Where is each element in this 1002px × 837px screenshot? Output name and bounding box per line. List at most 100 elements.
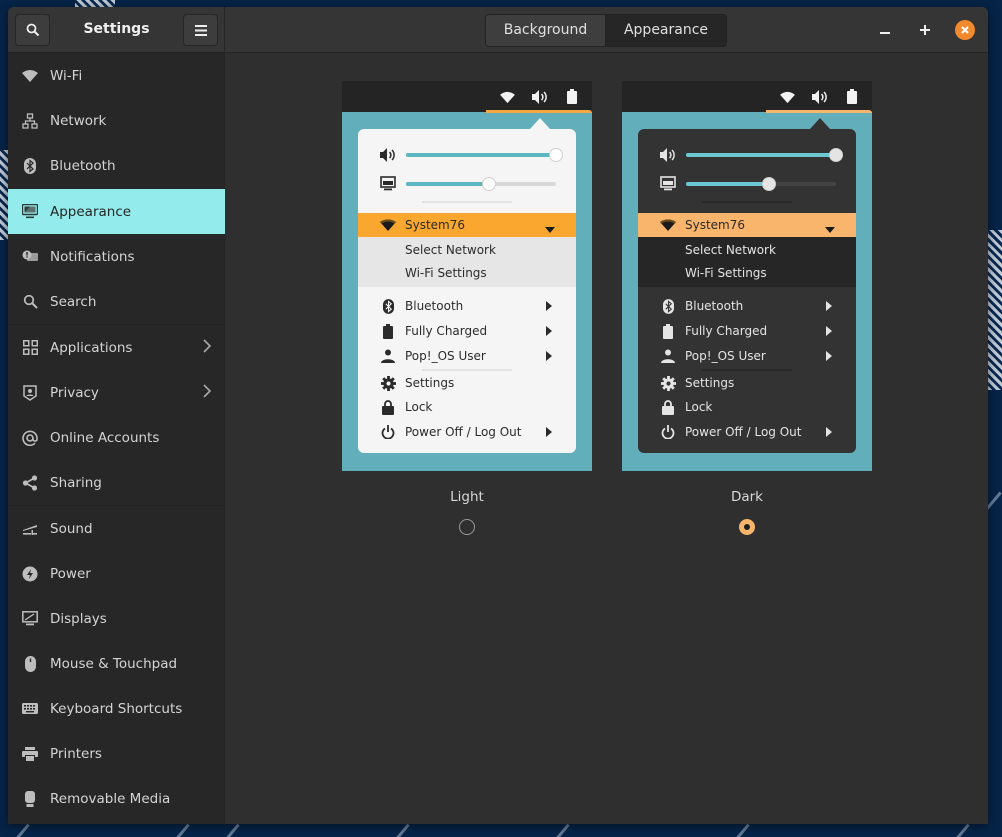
gear-icon <box>380 375 396 391</box>
network-row: System76 <box>358 213 576 237</box>
wifi-icon <box>660 219 676 234</box>
menu-separator <box>702 369 792 371</box>
sidebar-item-sharing[interactable]: Sharing <box>8 460 225 505</box>
hamburger-icon <box>194 24 207 36</box>
menu-separator <box>422 201 512 203</box>
menu-item-battery: Fully Charged <box>358 320 576 342</box>
sidebar-item-label: Applications <box>50 339 133 356</box>
sidebar-item-online-accounts[interactable]: Online Accounts <box>8 415 225 460</box>
theme-preview-dark[interactable]: System76 Select Network Wi-Fi Settings B… <box>622 81 872 471</box>
sidebar-item-label: Sound <box>50 520 93 537</box>
maximize-button[interactable] <box>915 20 935 40</box>
menu-item-battery: Fully Charged <box>638 320 856 342</box>
slider-track <box>686 148 843 162</box>
wallpaper-stripe <box>13 823 30 837</box>
sidebar-item-removable-media[interactable]: Removable Media <box>8 776 225 821</box>
wallpaper-stripe <box>553 823 570 837</box>
menu-pointer <box>810 118 830 129</box>
menu-item-label: Pop!_OS User <box>685 349 766 363</box>
slider-fill <box>406 182 489 186</box>
menu-separator <box>702 201 792 203</box>
network-submenu: Select Network Wi-Fi Settings <box>358 237 576 287</box>
sidebar-item-applications[interactable]: Applications <box>8 325 225 370</box>
volume-icon <box>380 147 396 166</box>
bluetooth-icon <box>380 298 396 314</box>
sidebar-item-power[interactable]: Power <box>8 551 225 596</box>
sidebar-item-label: Wi-Fi <box>50 67 83 84</box>
sidebar-item-bluetooth[interactable]: Bluetooth <box>8 143 225 188</box>
wifi-settings-item: Wi-Fi Settings <box>405 266 487 280</box>
sidebar-item-wifi[interactable]: Wi-Fi <box>8 53 225 98</box>
printer-icon <box>21 745 39 763</box>
online-accounts-icon <box>21 429 39 447</box>
menu-item-user: Pop!_OS User <box>358 345 576 367</box>
bluetooth-icon <box>21 157 39 175</box>
maximize-icon <box>920 25 930 35</box>
theme-preview-light[interactable]: System76 Select Network Wi-Fi Settings B… <box>342 81 592 471</box>
battery-icon <box>847 89 857 108</box>
sidebar-item-label: Privacy <box>50 384 99 401</box>
sidebar-item-notifications[interactable]: Notifications <box>8 234 225 279</box>
close-icon <box>961 26 969 34</box>
slider-track <box>686 177 836 191</box>
slider-knob <box>829 148 843 162</box>
sidebar-item-label: Notifications <box>50 248 135 265</box>
network-name: System76 <box>685 218 746 232</box>
tab-background[interactable]: Background <box>486 15 606 46</box>
sidebar-item-label: Removable Media <box>50 790 171 807</box>
menu-item-label: Settings <box>405 376 455 390</box>
menu-item-label: Bluetooth <box>685 299 744 313</box>
keyboard-icon <box>21 700 39 718</box>
menu-item-bluetooth: Bluetooth <box>638 295 856 317</box>
caret-down-icon <box>825 222 835 236</box>
tab-appearance[interactable]: Appearance <box>606 15 726 46</box>
submenu-arrow-icon <box>546 301 552 311</box>
wallpaper-pattern <box>988 230 1002 390</box>
active-indicator <box>766 110 872 113</box>
chevron-right-icon <box>203 339 212 357</box>
radio-light[interactable] <box>459 519 475 535</box>
menu-item-label: Power Off / Log Out <box>405 425 522 439</box>
menu-item-label: Fully Charged <box>685 324 768 338</box>
submenu-arrow-icon <box>826 326 832 336</box>
sidebar-item-search[interactable]: Search <box>8 279 225 324</box>
close-button[interactable] <box>955 20 975 40</box>
chevron-right-icon <box>203 384 212 402</box>
display-brightness-icon <box>380 176 396 195</box>
search-button[interactable] <box>15 14 50 46</box>
wifi-settings-item: Wi-Fi Settings <box>685 266 767 280</box>
sidebar-item-sound[interactable]: Sound <box>8 506 225 551</box>
network-submenu: Select Network Wi-Fi Settings <box>638 237 856 287</box>
wallpaper-stripe <box>223 823 240 837</box>
stack-switcher: Background Appearance <box>485 14 727 47</box>
radio-dark[interactable] <box>739 519 755 535</box>
lock-icon <box>380 399 396 415</box>
menu-item-user: Pop!_OS User <box>638 345 856 367</box>
sidebar-item-network[interactable]: Network <box>8 98 225 143</box>
select-network-item: Select Network <box>685 243 776 257</box>
sidebar-item-printers[interactable]: Printers <box>8 731 225 776</box>
menu-button[interactable] <box>183 14 218 46</box>
battery-icon <box>567 89 577 108</box>
sidebar-item-keyboard-shortcuts[interactable]: Keyboard Shortcuts <box>8 686 225 731</box>
privacy-icon <box>21 384 39 402</box>
brightness-slider <box>638 174 856 194</box>
slider-track <box>406 148 563 162</box>
minimize-button[interactable] <box>875 20 895 40</box>
submenu-arrow-icon <box>546 326 552 336</box>
preview-top-bar <box>342 81 592 112</box>
menu-item-label: Settings <box>685 376 735 390</box>
power-off-icon <box>660 424 676 440</box>
sidebar-item-privacy[interactable]: Privacy <box>8 370 225 415</box>
wallpaper-stripe <box>173 823 190 837</box>
submenu-arrow-icon <box>826 427 832 437</box>
sidebar-item-displays[interactable]: Displays <box>8 596 225 641</box>
volume-icon <box>532 89 548 108</box>
sidebar-item-appearance[interactable]: Appearance <box>8 189 225 234</box>
sidebar-item-label: Displays <box>50 610 107 627</box>
wifi-icon <box>780 89 795 108</box>
wallpaper-stripe <box>953 823 970 837</box>
slider-fill <box>686 182 769 186</box>
volume-slider <box>358 145 576 165</box>
sidebar-item-mouse-touchpad[interactable]: Mouse & Touchpad <box>8 641 225 686</box>
